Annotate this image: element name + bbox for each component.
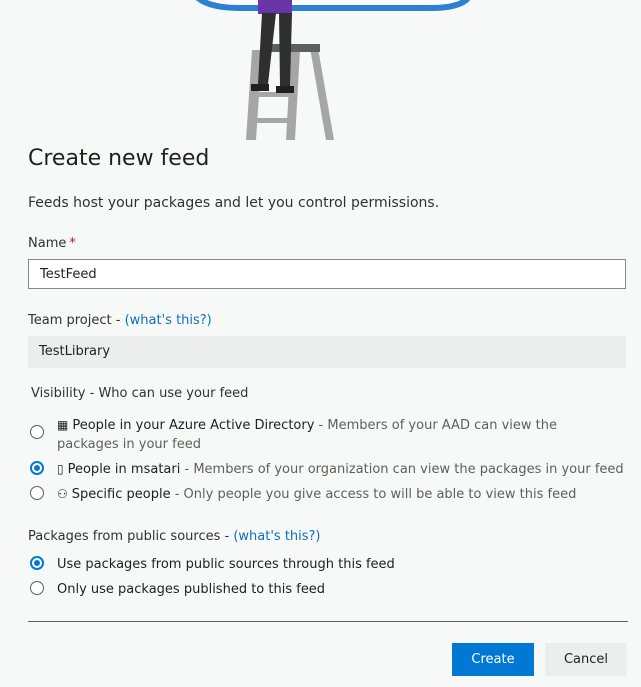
upstream-option-local[interactable]: Only use packages published to this feed: [30, 580, 325, 599]
organization-icon: ▯: [57, 462, 64, 476]
radio-upstream-local[interactable]: [30, 581, 44, 595]
name-label-text: Name: [28, 236, 67, 251]
visibility-option-org-title: People in msatari: [67, 462, 181, 477]
upstream-help-link[interactable]: (what's this?): [233, 529, 320, 544]
directory-icon: ▦: [57, 418, 69, 432]
upstream-option-public[interactable]: Use packages from public sources through…: [30, 555, 395, 574]
visibility-option-aad-text: ▦ People in your Azure Active Directory -…: [57, 416, 620, 454]
visibility-option-org-desc: Members of your organization can view th…: [193, 462, 624, 477]
upstream-heading-text: Packages from public sources -: [28, 529, 234, 544]
upstream-option-public-label: Use packages from public sources through…: [57, 557, 395, 572]
radio-visibility-aad[interactable]: [30, 425, 44, 439]
visibility-option-specific-text: ⚇ Specific people - Only people you give …: [57, 485, 576, 504]
radio-visibility-org[interactable]: [30, 461, 44, 475]
radio-upstream-public[interactable]: [30, 556, 44, 570]
visibility-option-org[interactable]: ▯ People in msatari - Members of your org…: [30, 460, 624, 479]
visibility-option-aad-title: People in your Azure Active Directory: [72, 418, 315, 433]
visibility-option-specific[interactable]: ⚇ Specific people - Only people you give …: [30, 485, 576, 504]
create-button[interactable]: Create: [452, 643, 534, 676]
name-label: Name *: [28, 236, 76, 251]
visibility-option-org-sep: -: [180, 462, 194, 477]
visibility-option-aad[interactable]: ▦ People in your Azure Active Directory -…: [30, 416, 620, 454]
visibility-option-specific-desc: Only people you give access to will be a…: [183, 487, 577, 502]
team-project-label-text: Team project -: [28, 313, 125, 328]
team-project-label: Team project - (what's this?): [28, 313, 212, 328]
visibility-option-org-text: ▯ People in msatari - Members of your org…: [57, 460, 624, 479]
upstream-option-local-label: Only use packages published to this feed: [57, 582, 326, 597]
cloud-shape: [196, 0, 471, 11]
illustration-person-on-ladder: [196, 0, 471, 140]
cancel-button[interactable]: Cancel: [545, 643, 627, 676]
dialog-description: Feeds host your packages and let you con…: [28, 195, 440, 211]
visibility-option-specific-title: Specific people: [71, 487, 171, 502]
visibility-option-aad-sep: -: [314, 418, 328, 433]
visibility-option-specific-sep: -: [170, 487, 184, 502]
people-icon: ⚇: [57, 487, 68, 501]
team-project-field: TestLibrary: [28, 336, 626, 368]
footer-divider: [28, 621, 628, 622]
visibility-heading: Visibility - Who can use your feed: [31, 386, 249, 401]
team-project-help-link[interactable]: (what's this?): [125, 313, 212, 328]
radio-visibility-specific[interactable]: [30, 486, 44, 500]
required-marker: *: [69, 236, 76, 251]
upstream-heading: Packages from public sources - (what's t…: [28, 529, 321, 544]
name-input[interactable]: [28, 259, 626, 289]
dialog-title: Create new feed: [28, 146, 210, 171]
